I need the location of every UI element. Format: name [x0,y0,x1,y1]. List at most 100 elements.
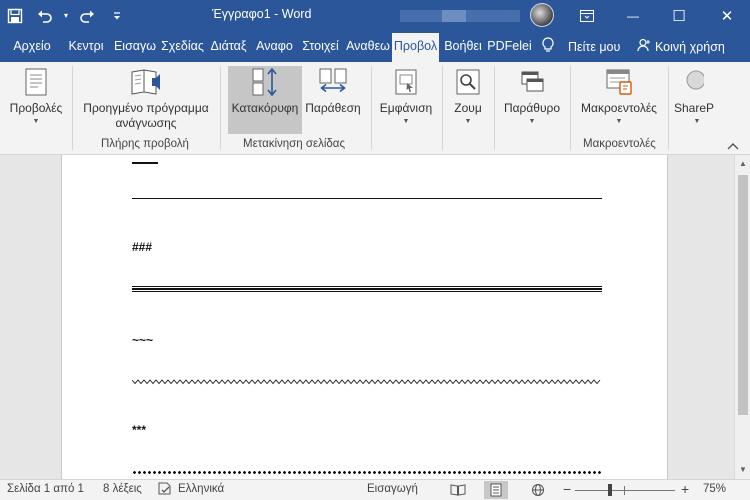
zoom-label: Ζουμ [454,101,482,115]
avatar[interactable] [530,3,554,27]
chevron-down-icon: ▼ [32,118,40,125]
share-button[interactable]: Κοινή χρήση [637,31,725,62]
tell-me-label: Πείτε μου [568,39,621,54]
tab-references[interactable]: Αναφο [252,31,297,62]
group-label-immersive: Πλήρης προβολή [101,138,189,150]
vertical-scrollbar[interactable]: ▲ ▼ [734,155,750,479]
tab-insert[interactable]: Εισαγω [113,31,157,62]
insert-mode-label[interactable]: Εισαγωγή [367,483,418,495]
vertical-button[interactable]: Κατακόρυφη [228,66,302,134]
immersive-reader-icon [130,66,162,98]
proofing-icon[interactable] [158,482,172,499]
views-button[interactable]: Προβολές ▼ [4,66,68,134]
document-title: Έγγραφο1 - Word [212,7,312,21]
collapse-ribbon-icon[interactable] [727,142,741,152]
ribbon-separator [570,66,571,150]
tab-mailings[interactable]: Στοιχεί [298,31,343,62]
partial-rule-top [132,162,158,164]
undo-icon[interactable] [30,0,60,31]
zoom-slider[interactable] [575,490,675,491]
undo-dropdown-icon[interactable]: ▾ [60,0,72,31]
tab-design[interactable]: Σχεδίας [160,31,205,62]
group-label-macros: Μακροεντολές [583,138,656,150]
tab-file[interactable]: Αρχείο [6,31,58,62]
vertical-scroll-icon [249,66,281,98]
group-label-page-movement: Μετακίνηση σελίδας [243,138,345,150]
page-count[interactable]: Σελίδα 1 από 1 [7,483,84,495]
tab-view[interactable]: Προβολ [392,33,439,62]
zoom-button[interactable]: Ζουμ ▼ [448,66,488,134]
document-page[interactable]: ### ~~~ *** [61,155,668,479]
ribbon: Προβολές ▼ Προηγμένο πρόγραμμα ανάγνωσης… [0,62,750,155]
title-bar: ▾ Έγγραφο1 - Word — ☐ ✕ [0,0,750,31]
chevron-down-icon: ▼ [693,118,701,125]
ribbon-separator [220,66,221,150]
language-label[interactable]: Ελληνικά [178,483,224,495]
print-layout-icon[interactable] [484,481,508,499]
ribbon-separator [494,66,495,150]
scroll-up-arrow-icon[interactable]: ▲ [735,155,750,171]
ribbon-separator [371,66,372,150]
zoom-slider-midmark [624,486,625,495]
side-by-side-button[interactable]: Παράθεση [303,66,363,134]
lightbulb-icon [542,37,554,56]
chevron-down-icon: ▼ [464,118,472,125]
save-icon[interactable] [0,0,30,31]
views-label: Προβολές [9,101,63,115]
macros-icon [603,66,635,98]
maximize-button[interactable]: ☐ [656,0,702,31]
sharepoint-icon [674,66,706,98]
vertical-label: Κατακόρυφη [231,101,299,115]
tab-layout[interactable]: Διάταξ [207,31,250,62]
side-by-side-label: Παράθεση [305,101,361,115]
ribbon-separator [668,66,669,150]
status-bar: Σελίδα 1 από 1 8 λέξεις Ελληνικά Εισαγωγ… [0,479,750,500]
ribbon-separator [442,66,443,150]
immersive-reader-label-1: Προηγμένο πρόγραμμα [83,101,209,115]
macros-button[interactable]: Μακροεντολές ▼ [576,66,662,134]
chevron-down-icon: ▼ [528,118,536,125]
share-label: Κοινή χρήση [655,39,725,54]
customize-qat-icon[interactable] [102,0,132,31]
ribbon-display-options-icon[interactable] [564,0,610,31]
triple-line-rule [132,286,602,293]
tell-me-box[interactable]: Πείτε μου [542,31,620,62]
sharepoint-label: ShareP [674,101,715,115]
zoom-slider-thumb[interactable] [608,484,613,496]
dotted-line-rule [132,471,602,474]
paragraph-asterisk[interactable]: *** [132,423,146,437]
zoom-out-button[interactable]: − [563,481,571,497]
tab-review[interactable]: Αναθεω [345,31,391,62]
sharepoint-button[interactable]: ShareP ▼ [674,66,720,134]
show-button[interactable]: Εμφάνιση ▼ [376,66,436,134]
window-button[interactable]: Παράθυρο ▼ [500,66,564,134]
window-icon [516,66,548,98]
chevron-down-icon: ▼ [615,118,623,125]
word-count[interactable]: 8 λέξεις [103,483,142,495]
scrollbar-thumb[interactable] [738,175,748,415]
single-line-rule [132,198,602,199]
immersive-reader-button[interactable]: Προηγμένο πρόγραμμα ανάγνωσης [78,66,214,134]
show-icon [390,66,422,98]
page-view-icon [20,66,52,98]
macros-label: Μακροεντολές [581,101,657,115]
minimize-button[interactable]: — [610,0,656,31]
read-mode-icon[interactable] [446,481,470,499]
immersive-reader-label-2: ανάγνωσης [115,116,177,130]
tab-pdfelement[interactable]: PDFelei [487,31,532,62]
scroll-down-arrow-icon[interactable]: ▼ [735,461,750,477]
zoom-percent[interactable]: 75% [703,483,726,495]
chevron-down-icon: ▼ [402,118,410,125]
web-layout-icon[interactable] [526,481,550,499]
paragraph-hash[interactable]: ### [132,240,152,254]
ribbon-separator [72,66,73,150]
magnifier-icon [452,66,484,98]
paragraph-tilde[interactable]: ~~~ [132,333,153,347]
tab-home[interactable]: Κεντρι [63,31,109,62]
zoom-in-button[interactable]: + [681,481,689,497]
close-button[interactable]: ✕ [704,0,750,31]
ribbon-tab-row: Αρχείο Κεντρι Εισαγω Σχεδίας Διάταξ Αναφ… [0,31,750,62]
document-workspace[interactable]: ### ~~~ *** [0,155,734,479]
redo-icon[interactable] [72,0,102,31]
tab-help[interactable]: Βοήθει [441,31,485,62]
